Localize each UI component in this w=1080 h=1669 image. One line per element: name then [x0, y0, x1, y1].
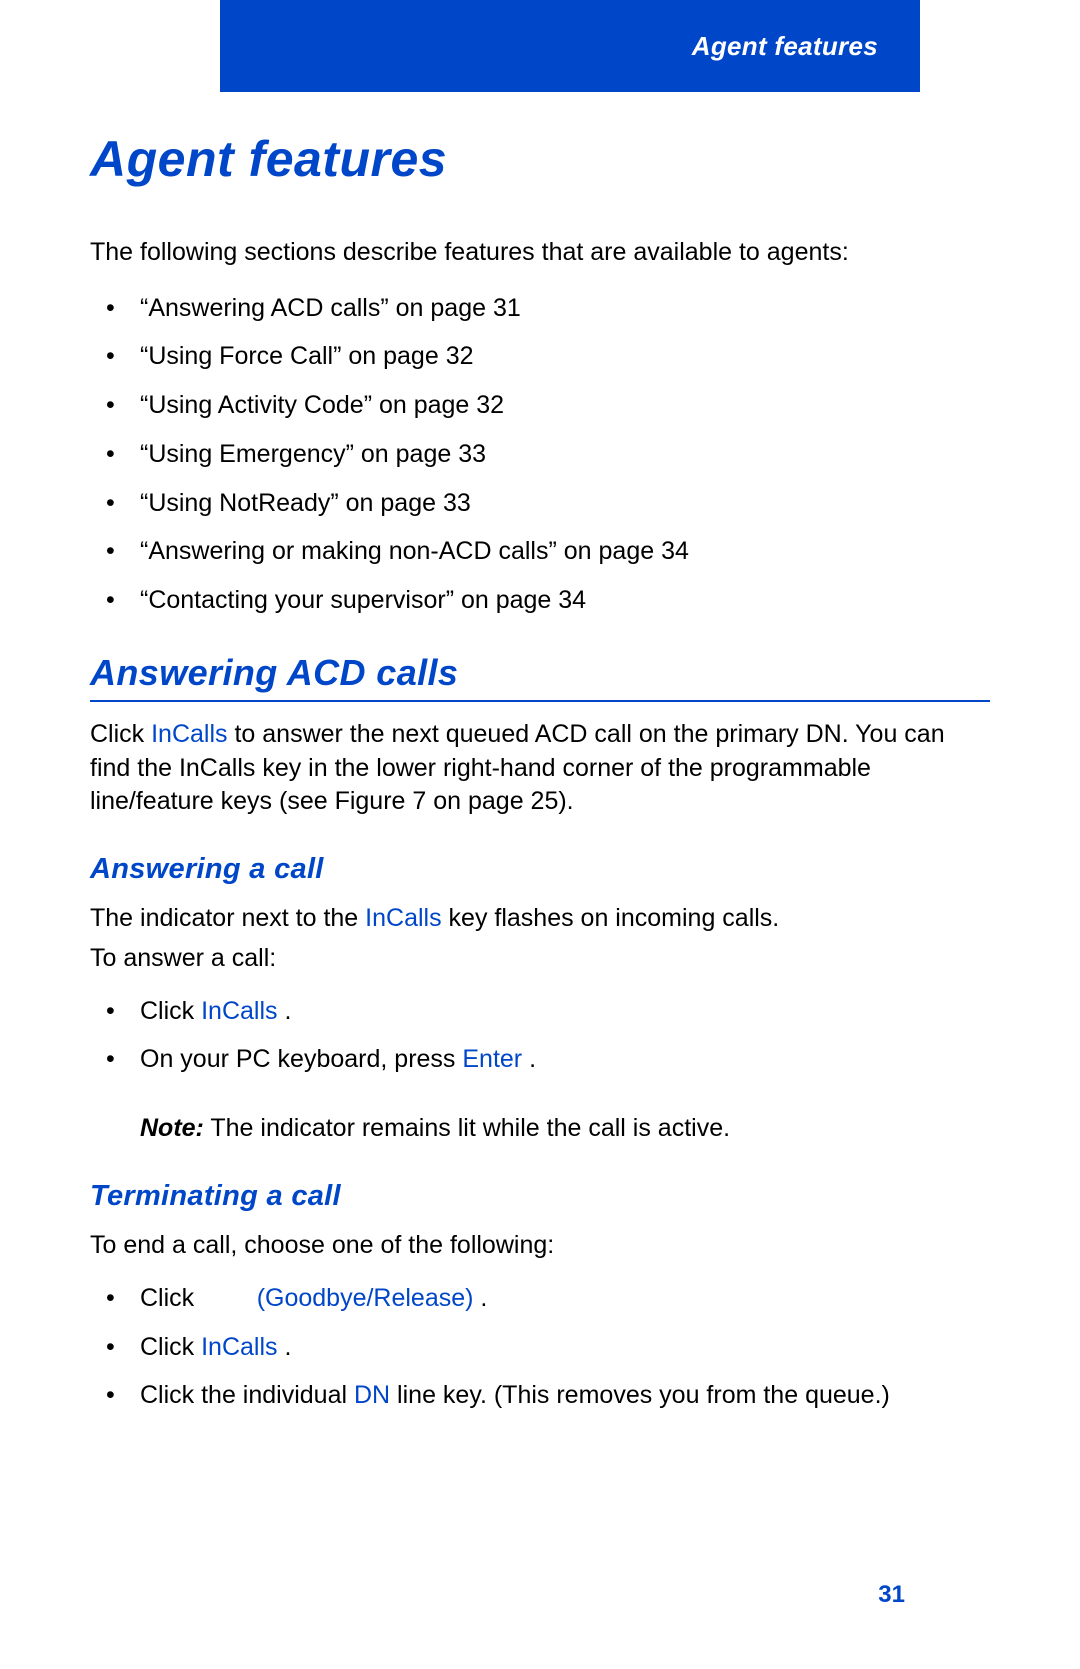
- toc-item: “Using Force Call” on page 32: [140, 337, 990, 376]
- text-fragment: Click: [140, 1284, 201, 1312]
- note-label: Note:: [140, 1114, 204, 1142]
- toc-item: “Using Emergency” on page 33: [140, 435, 990, 474]
- s1-paragraph: Click InCalls to answer the next queued …: [90, 718, 990, 819]
- note-text: The indicator remains lit while the call…: [204, 1114, 730, 1142]
- list-item: Click InCalls .: [140, 1328, 990, 1367]
- list-item: Click the individual DN line key. (This …: [140, 1376, 990, 1415]
- s2-paragraph-2: To answer a call:: [90, 942, 990, 976]
- s3-paragraph: To end a call, choose one of the followi…: [90, 1229, 990, 1263]
- page-number: 31: [878, 1581, 905, 1609]
- text-fragment: Click: [140, 1333, 201, 1361]
- text-fragment: On your PC keyboard, press: [140, 1045, 462, 1073]
- page-title: Agent features: [90, 130, 990, 188]
- incalls-key-label: InCalls: [365, 904, 441, 932]
- header-label: Agent features: [692, 31, 878, 62]
- text-fragment: .: [522, 1045, 536, 1073]
- toc-item: “Answering ACD calls” on page 31: [140, 289, 990, 328]
- text-fragment: The indicator next to the: [90, 904, 365, 932]
- enter-key-label: Enter: [462, 1045, 522, 1073]
- section-heading-answering-call: Answering a call: [90, 853, 990, 886]
- content: Agent features The following sections de…: [90, 0, 990, 1415]
- text-fragment: .: [278, 997, 292, 1025]
- page: Agent features Agent features The follow…: [0, 0, 1080, 1669]
- text-fragment: Click: [90, 720, 151, 748]
- intro-paragraph: The following sections describe features…: [90, 236, 990, 269]
- text-fragment: .: [473, 1284, 487, 1312]
- list-item: On your PC keyboard, press Enter .: [140, 1040, 990, 1079]
- section-heading-answering-acd: Answering ACD calls: [90, 652, 990, 702]
- s2-steps-list: Click InCalls . On your PC keyboard, pre…: [90, 992, 990, 1080]
- toc-list: “Answering ACD calls” on page 31 “Using …: [90, 289, 990, 620]
- text-fragment: Click the individual: [140, 1381, 354, 1409]
- text-fragment: line key. (This removes you from the que…: [390, 1381, 890, 1409]
- s2-paragraph-1: The indicator next to the InCalls key fl…: [90, 902, 990, 936]
- header-bar: Agent features: [220, 0, 920, 92]
- section-heading-terminating-call: Terminating a call: [90, 1180, 990, 1213]
- toc-item: “Answering or making non-ACD calls” on p…: [140, 532, 990, 571]
- text-fragment: Click: [140, 997, 201, 1025]
- list-item: Click InCalls .: [140, 992, 990, 1031]
- incalls-key-label: InCalls: [201, 997, 277, 1025]
- incalls-key-label: InCalls: [201, 1333, 277, 1361]
- note-line: Note: The indicator remains lit while th…: [140, 1111, 990, 1146]
- toc-item: “Using NotReady” on page 33: [140, 484, 990, 523]
- incalls-key-label: InCalls: [151, 720, 227, 748]
- goodbye-release-key-label: (Goodbye/Release): [257, 1284, 474, 1312]
- text-fragment: key flashes on incoming calls.: [442, 904, 780, 932]
- toc-item: “Contacting your supervisor” on page 34: [140, 581, 990, 620]
- dn-key-label: DN: [354, 1381, 390, 1409]
- s3-steps-list: Click (Goodbye/Release) . Click InCalls …: [90, 1279, 990, 1415]
- toc-item: “Using Activity Code” on page 32: [140, 386, 990, 425]
- text-fragment: .: [278, 1333, 292, 1361]
- list-item: Click (Goodbye/Release) .: [140, 1279, 990, 1318]
